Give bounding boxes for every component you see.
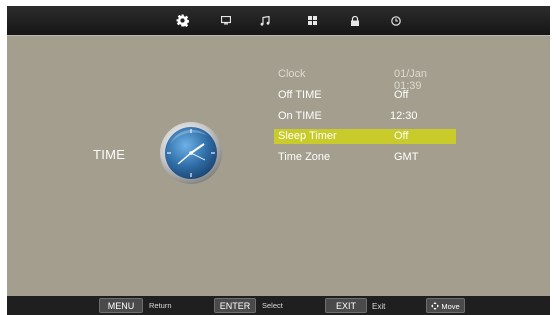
menu-row-sleep-timer[interactable]: Sleep Timer Off: [274, 129, 456, 144]
sleep-timer-value: Off: [394, 130, 409, 142]
key-hint-bar: MENU Return ENTER Select EXIT Exit Move: [7, 296, 550, 315]
enter-key-hint: Select: [262, 301, 283, 310]
tab-time[interactable]: [382, 6, 410, 35]
page-title: TIME: [93, 147, 126, 162]
menu-key-hint: Return: [149, 301, 172, 310]
clock-label: Clock: [278, 68, 306, 80]
monitor-icon: [221, 16, 231, 25]
menu-row-clock: Clock 01/Jan 01:39: [274, 67, 456, 92]
on-time-value: 12:30: [390, 110, 418, 122]
music-note-icon: [260, 15, 270, 26]
time-zone-label: Time Zone: [278, 151, 331, 163]
move-key-button[interactable]: Move: [426, 298, 465, 313]
off-time-value: Off: [394, 89, 409, 101]
menu-key-button[interactable]: MENU: [99, 298, 143, 313]
four-arrows-icon: [431, 302, 440, 310]
menu-row-off-time[interactable]: Off TIME Off: [274, 88, 456, 103]
exit-key-hint: Exit: [372, 302, 386, 311]
gear-icon: [176, 14, 189, 27]
clock-icon: [391, 15, 401, 26]
grid-icon: [307, 16, 317, 25]
tab-picture[interactable]: [212, 6, 240, 35]
tab-channel[interactable]: [298, 6, 326, 35]
tab-sound[interactable]: [251, 6, 279, 35]
tab-setup[interactable]: [168, 6, 196, 35]
menu-row-time-zone[interactable]: Time Zone GMT: [274, 150, 456, 165]
menu-row-on-time[interactable]: On TIME 12:30: [274, 109, 456, 124]
time-zone-value: GMT: [394, 151, 419, 163]
tab-lock[interactable]: [341, 6, 369, 35]
tv-osd-screen: TIME Clock 01/Jan 01:39 Off TIME Off On …: [0, 0, 556, 315]
exit-key-button[interactable]: EXIT: [325, 298, 367, 313]
category-bar: [7, 6, 550, 35]
off-time-label: Off TIME: [278, 89, 322, 101]
move-key-label: Move: [441, 302, 460, 311]
sleep-timer-label: Sleep Timer: [278, 130, 337, 142]
enter-key-button[interactable]: ENTER: [214, 298, 256, 313]
lock-icon: [351, 15, 359, 26]
on-time-label: On TIME: [278, 110, 322, 122]
analog-clock-icon: [160, 122, 222, 184]
